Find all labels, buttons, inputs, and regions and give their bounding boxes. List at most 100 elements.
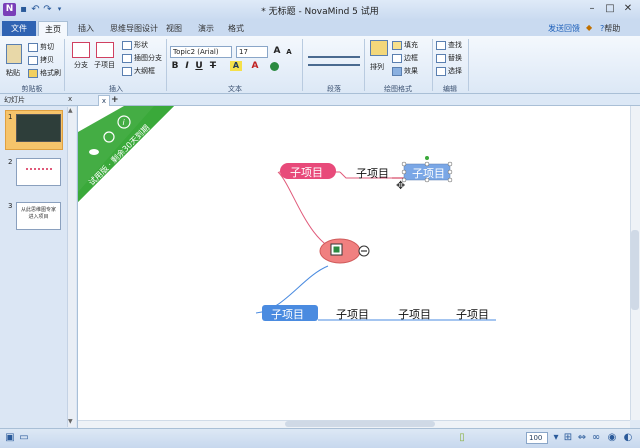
find-button[interactable]: 查找 bbox=[436, 40, 462, 50]
effect-button[interactable]: 效果 bbox=[392, 66, 418, 76]
tab-file[interactable]: 文件 bbox=[2, 21, 36, 36]
underline-button[interactable]: U bbox=[194, 61, 204, 71]
slides-panel-scrollbar[interactable] bbox=[67, 107, 76, 427]
presentation-view-icon[interactable]: ▭ bbox=[18, 432, 30, 444]
paragraph-group-label: 段落 bbox=[327, 85, 341, 93]
fill-button[interactable]: 填充 bbox=[392, 40, 418, 50]
style-group-label: 绘图格式 bbox=[384, 85, 412, 93]
italic-button[interactable]: I bbox=[182, 61, 192, 71]
slide-thumbnail[interactable] bbox=[16, 114, 61, 142]
branch-button[interactable]: 分支 bbox=[74, 60, 88, 70]
subtopic-button[interactable]: 子项目 bbox=[94, 60, 115, 70]
add-document-button[interactable]: + bbox=[111, 95, 119, 105]
subtopic-icon[interactable] bbox=[96, 42, 114, 58]
outline-view-icon[interactable]: ▣ bbox=[4, 432, 16, 444]
link-icon[interactable]: ∞ bbox=[590, 432, 602, 444]
zoom-dropdown-icon[interactable]: ▾ bbox=[550, 432, 562, 444]
help-label: 帮助 bbox=[604, 24, 621, 33]
tab-present[interactable]: 演示 bbox=[192, 21, 220, 37]
ribbon-separator bbox=[64, 39, 65, 91]
subtopic-label[interactable]: 子项目 bbox=[398, 306, 431, 322]
bold-button[interactable]: B bbox=[170, 61, 180, 71]
zoom-level-select[interactable]: 100 bbox=[526, 432, 548, 444]
clear-format-icon[interactable] bbox=[270, 62, 279, 71]
strikethrough-button[interactable]: T bbox=[208, 61, 218, 71]
fit-width-icon[interactable]: ⇔ bbox=[576, 432, 588, 444]
document-tab-close[interactable]: x bbox=[98, 95, 110, 106]
tab-format[interactable]: 格式 bbox=[222, 21, 250, 37]
window-title: * 无标题 - NovaMind 5 试用 bbox=[261, 7, 379, 17]
key-icon[interactable] bbox=[89, 149, 99, 155]
feedback-link[interactable]: 发送回馈 bbox=[548, 23, 580, 34]
pink-node-label[interactable]: 子项目 bbox=[290, 164, 323, 180]
ribbon-separator bbox=[166, 39, 167, 91]
minimize-button[interactable]: – bbox=[584, 2, 600, 16]
shrink-font-icon[interactable]: A bbox=[284, 48, 294, 56]
battery-icon: ▯ bbox=[459, 432, 465, 443]
mindmap-drawing: 试用版 · 剩余30天到期 i ✥ bbox=[78, 106, 496, 321]
floating-branch-button[interactable]: 插图分支 bbox=[122, 53, 162, 63]
subtopic-label[interactable]: 子项目 bbox=[336, 306, 369, 322]
select-button[interactable]: 选择 bbox=[436, 66, 462, 76]
map-icon-inner bbox=[333, 246, 340, 253]
maximize-button[interactable]: □ bbox=[602, 2, 618, 16]
globe-icon[interactable]: ◉ bbox=[606, 432, 618, 444]
floating-branch-label: 插图分支 bbox=[134, 54, 162, 62]
arrange-button[interactable]: 排列 bbox=[370, 62, 384, 72]
clipboard-group-label: 剪贴板 bbox=[21, 85, 43, 93]
slide-number: 1 bbox=[8, 113, 13, 121]
copy-icon bbox=[28, 55, 38, 65]
shape-button[interactable]: 形状 bbox=[122, 40, 148, 50]
border-label: 边框 bbox=[404, 54, 418, 62]
font-color-icon[interactable]: A bbox=[250, 61, 260, 71]
ribbon-separator bbox=[302, 39, 303, 91]
vertical-scroll-thumb[interactable] bbox=[631, 230, 639, 310]
brush-icon bbox=[28, 68, 38, 78]
align-buttons-icon[interactable] bbox=[308, 56, 360, 66]
scroll-down-icon[interactable]: ▼ bbox=[68, 418, 73, 425]
horizontal-scroll-thumb[interactable] bbox=[285, 421, 435, 427]
highlight-icon[interactable]: A bbox=[230, 61, 242, 71]
settings-icon[interactable]: ◐ bbox=[622, 432, 634, 444]
outline-label: 大纲框 bbox=[134, 67, 155, 75]
copy-button[interactable]: 拷贝 bbox=[28, 55, 54, 65]
slide-thumbnail[interactable]: 从此思维图专家进入项目 bbox=[16, 202, 61, 230]
paste-button[interactable]: 粘贴 bbox=[6, 68, 20, 78]
grow-font-icon[interactable]: A bbox=[272, 46, 282, 56]
help-button[interactable]: ?帮助 bbox=[600, 23, 620, 34]
selected-node-label[interactable]: 子项目 bbox=[412, 165, 445, 181]
tab-mindmap-design[interactable]: 思维导图设计 bbox=[104, 21, 164, 37]
scroll-up-icon[interactable]: ▲ bbox=[68, 107, 73, 114]
outline-button[interactable]: 大纲框 bbox=[122, 66, 155, 76]
layout-icon[interactable]: ⊞ bbox=[562, 432, 574, 444]
font-family-select[interactable]: Topic2 (Arial) bbox=[170, 46, 232, 58]
theme-icon[interactable]: ◆ bbox=[586, 23, 592, 32]
format-painter-button[interactable]: 格式刷 bbox=[28, 68, 61, 78]
subtopic-label[interactable]: 子项目 bbox=[356, 165, 389, 181]
slide-number: 2 bbox=[8, 158, 13, 166]
document-tabs bbox=[78, 94, 640, 106]
border-button[interactable]: 边框 bbox=[392, 53, 418, 63]
close-button[interactable]: ✕ bbox=[620, 2, 636, 16]
effect-icon bbox=[392, 66, 402, 76]
tab-home[interactable]: 主页 bbox=[38, 21, 68, 37]
branch-icon[interactable] bbox=[72, 42, 90, 58]
paste-icon[interactable] bbox=[6, 44, 22, 64]
shape-label: 形状 bbox=[134, 41, 148, 49]
font-size-select[interactable]: 17 bbox=[236, 46, 268, 58]
slides-panel-title: 幻灯片 bbox=[4, 96, 25, 104]
slides-panel-close-button[interactable]: x bbox=[68, 95, 72, 103]
cut-button[interactable]: 剪切 bbox=[28, 42, 54, 52]
slide-number: 3 bbox=[8, 202, 13, 210]
blue-node-label[interactable]: 子项目 bbox=[271, 306, 304, 322]
tab-view[interactable]: 视图 bbox=[160, 21, 188, 37]
arrange-icon[interactable] bbox=[370, 40, 388, 56]
tab-insert[interactable]: 插入 bbox=[72, 21, 100, 37]
subtopic-label[interactable]: 子项目 bbox=[456, 306, 489, 322]
text-group-label: 文本 bbox=[228, 85, 242, 93]
replace-button[interactable]: 替换 bbox=[436, 53, 462, 63]
ribbon-separator bbox=[432, 39, 433, 91]
select-icon bbox=[436, 66, 446, 76]
find-label: 查找 bbox=[448, 41, 462, 49]
rotate-handle[interactable] bbox=[425, 156, 429, 160]
